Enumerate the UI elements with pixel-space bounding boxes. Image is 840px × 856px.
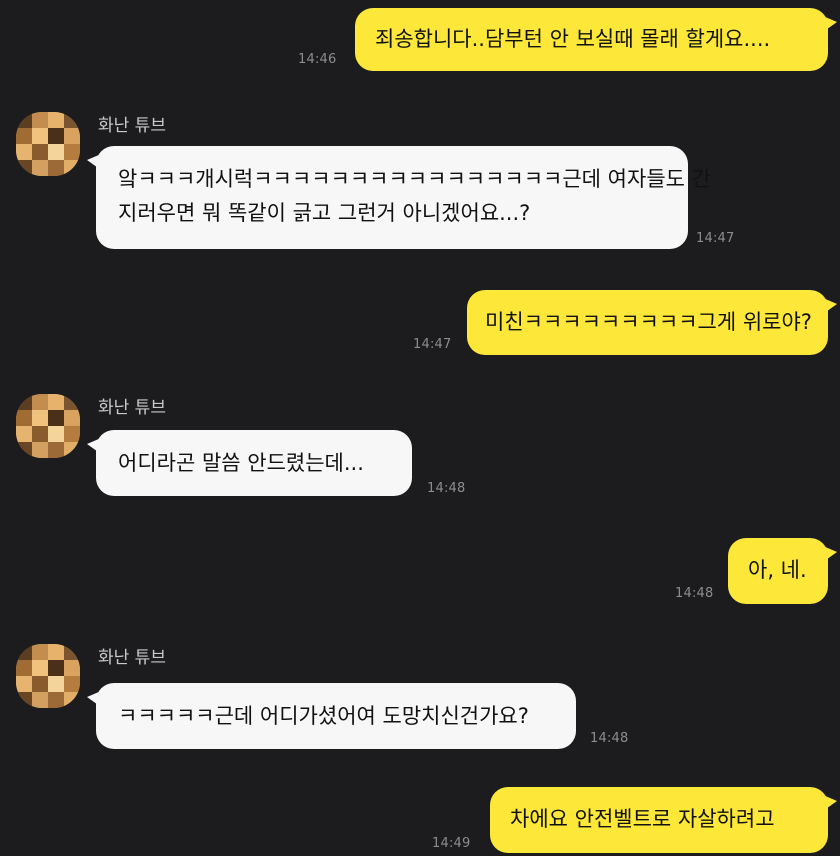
message-text-line: 지러우면 뭐 똑같이 긁고 그런거 아니겠어요...? [118,201,531,225]
sender-name: 화난 튜브 [98,398,166,418]
their-message-bubble[interactable]: ㅋㅋㅋㅋㅋ근데 어디가셨어여 도망치신건가요? [87,683,576,749]
contact-avatar[interactable] [16,644,80,708]
message-time: 14:48 [427,481,466,496]
sender-name: 화난 튜브 [98,648,166,668]
message-text: 미친ㅋㅋㅋㅋㅋㅋㅋㅋㅋ그게 위로야? [485,310,812,334]
message-time: 14:48 [590,731,629,746]
message-time: 14:49 [432,836,471,851]
message-time: 14:47 [413,337,452,352]
my-message-bubble[interactable]: 죄송합니다..담부턴 안 보실때 몰래 할게요.... [355,8,837,71]
message-time: 14:48 [675,586,714,601]
their-message-bubble[interactable]: 어디라곤 말씀 안드렸는데... [87,430,412,496]
message-text: 차에요 안전벨트로 자살하려고 [510,807,775,831]
sender-name: 화난 튜브 [98,116,166,136]
my-message-bubble[interactable]: 미친ㅋㅋㅋㅋㅋㅋㅋㅋㅋ그게 위로야? [467,290,837,355]
contact-avatar[interactable] [16,112,80,176]
message-text: 죄송합니다..담부턴 안 보실때 몰래 할게요.... [375,27,771,51]
my-message-bubble[interactable]: 아, 네. [728,538,837,604]
my-message-bubble[interactable]: 차에요 안전벨트로 자살하려고 [490,787,837,853]
message-text: 어디라곤 말씀 안드렸는데... [118,451,364,475]
message-text: 아, 네. [748,558,807,582]
message-text: ㅋㅋㅋㅋㅋ근데 어디가셨어여 도망치신건가요? [118,704,529,728]
their-message-bubble[interactable]: 앜ㅋㅋㅋ개시럭ㅋㅋㅋㅋㅋㅋㅋㅋㅋㅋㅋㅋㅋㅋㅋㅋ근데 여자들도 간 지러우면 뭐 … [87,146,711,249]
chat-transcript[interactable]: 14:46 죄송합니다..담부턴 안 보실때 몰래 할게요.... 화난 튜브 … [0,0,840,856]
message-time: 14:47 [696,231,735,246]
message-text-line: 앜ㅋㅋㅋ개시럭ㅋㅋㅋㅋㅋㅋㅋㅋㅋㅋㅋㅋㅋㅋㅋㅋ근데 여자들도 간 [118,167,711,191]
contact-avatar[interactable] [16,394,80,458]
message-time: 14:46 [298,52,337,67]
